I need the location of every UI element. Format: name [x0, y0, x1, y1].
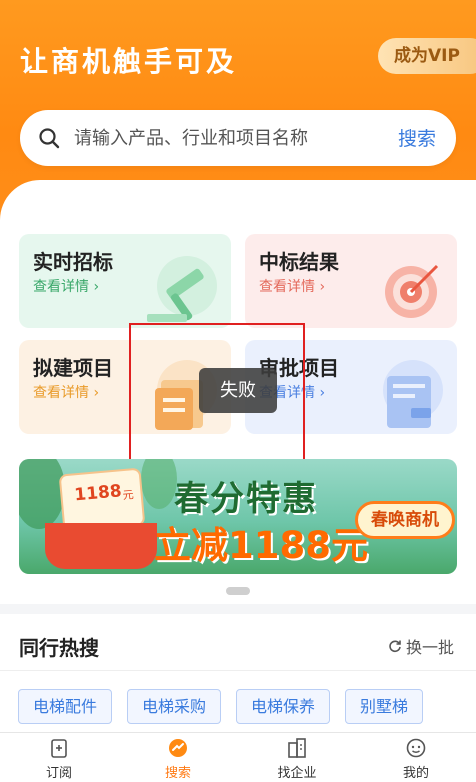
become-vip-button[interactable]: 成为VIP — [378, 38, 476, 74]
coupon-amount: 1188 — [73, 481, 123, 506]
card-detail-link[interactable]: 查看详情 › — [33, 276, 99, 296]
search-input[interactable] — [74, 120, 374, 156]
slogan-title: 让商机触手可及 — [20, 45, 238, 78]
card-winning-results[interactable]: 中标结果 查看详情 › — [245, 234, 457, 328]
search-icon — [39, 128, 60, 149]
card-detail-link[interactable]: 查看详情 › — [33, 382, 99, 402]
approval-stamp-icon — [383, 360, 443, 428]
tab-profile[interactable]: 我的 — [381, 737, 451, 781]
gavel-icon — [147, 256, 217, 322]
banner-headline: 春分特惠 — [174, 479, 318, 519]
hero-curve — [0, 180, 476, 240]
banner-cta-button[interactable]: 春唤商机 — [355, 501, 455, 539]
subscribe-icon — [51, 739, 67, 758]
tab-label: 搜索 — [164, 766, 191, 781]
refresh-button[interactable]: 换一批 — [388, 634, 454, 658]
refresh-icon — [389, 640, 401, 653]
tab-label: 我的 — [402, 766, 429, 781]
card-detail-link[interactable]: 查看详情 › — [259, 276, 325, 296]
divider-line — [0, 670, 476, 671]
search-home-page: 让商机触手可及 成为VIP 搜索 实时招标 查看详情 › 中标结果 查看详情 › — [0, 0, 476, 782]
search-bar[interactable]: 搜索 — [20, 110, 456, 166]
company-icon — [288, 738, 306, 758]
search-tab-icon — [169, 739, 187, 757]
hot-tag[interactable]: 别墅梯 — [345, 689, 423, 724]
target-icon — [385, 264, 439, 318]
tab-find-company[interactable]: 找企业 — [262, 737, 332, 781]
tab-search[interactable]: 搜索 — [143, 737, 213, 781]
bottom-tab-bar: 订阅 搜索 找企业 我的 — [0, 732, 476, 782]
card-realtime-bidding[interactable]: 实时招标 查看详情 › — [19, 234, 231, 328]
hot-tag[interactable]: 电梯采购 — [127, 689, 221, 724]
section-divider — [0, 604, 476, 614]
card-title: 拟建项目 — [33, 356, 113, 380]
promo-banner[interactable]: 1188 元 春分特惠 立减1188元 春唤商机 — [19, 459, 457, 574]
hot-tag[interactable]: 电梯配件 — [18, 689, 112, 724]
card-title: 中标结果 — [259, 250, 339, 274]
profile-icon — [406, 738, 426, 758]
red-envelope-basket — [45, 523, 157, 569]
search-button[interactable]: 搜索 — [398, 124, 436, 151]
hot-tag[interactable]: 电梯保养 — [236, 689, 330, 724]
coupon-unit: 元 — [122, 488, 135, 503]
card-title: 实时招标 — [33, 250, 113, 274]
tab-subscribe[interactable]: 订阅 — [24, 737, 94, 781]
tab-label: 找企业 — [277, 766, 317, 781]
banner-pager-indicator — [226, 587, 250, 595]
tab-label: 订阅 — [45, 766, 72, 781]
hot-search-title: 同行热搜 — [19, 636, 99, 660]
banner-discount: 立减1188元 — [154, 524, 368, 567]
refresh-label: 换一批 — [406, 638, 455, 657]
error-toast: 失败 — [199, 368, 277, 413]
